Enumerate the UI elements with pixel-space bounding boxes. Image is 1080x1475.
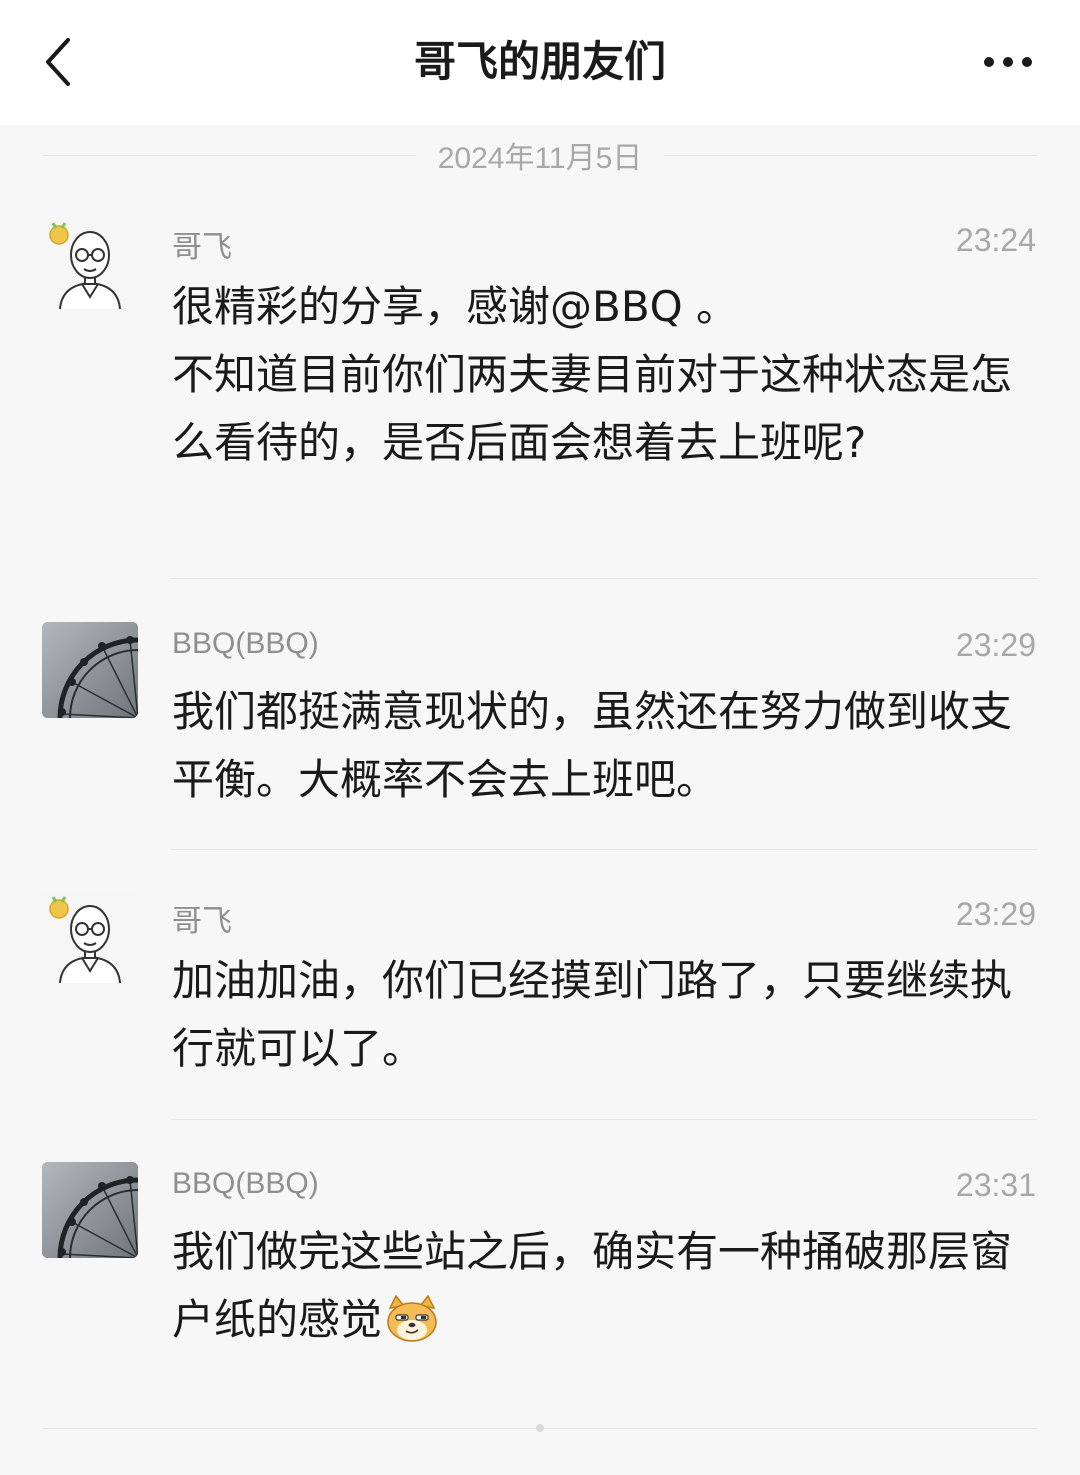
message-text: 很精彩的分享，感谢@BBQ 。 不知道目前你们两夫妻目前对于这种状态是怎么看待的… xyxy=(172,282,1013,467)
divider xyxy=(42,154,416,156)
message-text: 我们做完这些站之后，确实有一种捅破那层窗户纸的感觉 xyxy=(172,1227,1013,1344)
divider xyxy=(170,578,1038,579)
message-time: 23:31 xyxy=(955,1167,1036,1203)
avatar[interactable] xyxy=(42,891,138,987)
divider xyxy=(170,849,1038,850)
more-options-button[interactable] xyxy=(972,34,1044,90)
more-dots-icon xyxy=(984,57,994,67)
divider xyxy=(664,154,1039,156)
more-dots-icon xyxy=(1003,57,1013,67)
loading-dot-icon xyxy=(536,1424,544,1432)
avatar[interactable] xyxy=(42,217,138,313)
sender-name: BBQ(BBQ) xyxy=(172,1167,319,1200)
message-time: 23:24 xyxy=(955,222,1036,258)
more-dots-icon xyxy=(1022,57,1032,67)
cartoon-man-with-glasses-avatar xyxy=(42,891,138,987)
ferris-wheel-photo-avatar xyxy=(42,1162,138,1258)
date-separator: 2024年11月5日 xyxy=(42,130,1039,180)
cartoon-man-with-glasses-avatar xyxy=(42,217,138,313)
top-navigation-bar: 哥飞的朋友们 xyxy=(0,0,1080,125)
message-text: 加油加油，你们已经摸到门路了，只要继续执行就可以了。 xyxy=(172,956,1013,1073)
avatar[interactable] xyxy=(42,622,138,718)
message-time: 23:29 xyxy=(955,627,1036,663)
divider xyxy=(170,1119,1038,1120)
sender-name: 哥飞 xyxy=(172,231,232,264)
page-title: 哥飞的朋友们 xyxy=(413,37,666,86)
smirking-doge-emoji-icon xyxy=(384,1294,440,1364)
ferris-wheel-photo-avatar xyxy=(42,622,138,718)
message-text: 我们都挺满意现状的，虽然还在努力做到收支平衡。大概率不会去上班吧。 xyxy=(172,687,1013,804)
sender-name: 哥飞 xyxy=(172,905,232,938)
date-label: 2024年11月5日 xyxy=(437,142,643,175)
avatar[interactable] xyxy=(42,1162,138,1258)
message-time: 23:29 xyxy=(955,896,1036,932)
sender-name: BBQ(BBQ) xyxy=(172,627,319,660)
message-text-container: 我们做完这些站之后，确实有一种捅破那层窗户纸的感觉 xyxy=(172,1218,1012,1364)
